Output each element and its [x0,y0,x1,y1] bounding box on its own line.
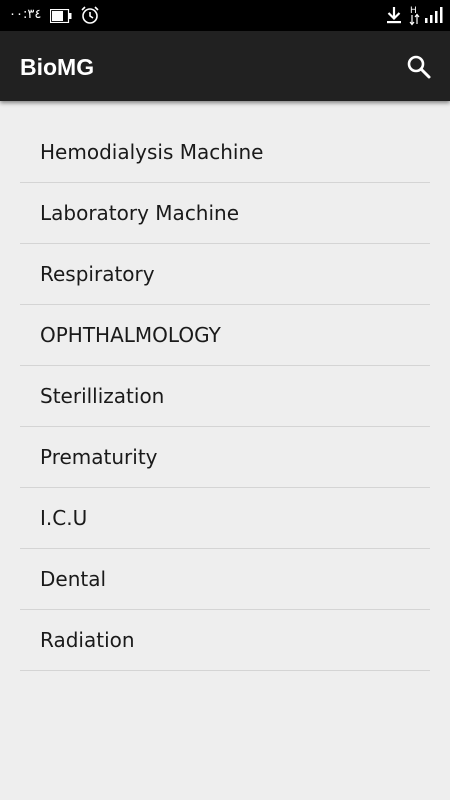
list-item-label: Dental [40,567,107,591]
app-bar: BioMG [0,31,450,101]
list-item-label: Prematurity [40,445,158,469]
category-list: Hemodialysis Machine Laboratory Machine … [20,122,430,671]
search-button[interactable] [400,48,438,86]
list-item-sterillization[interactable]: Sterillization [20,366,430,427]
list-item-label: I.C.U [40,506,88,530]
list-item-label: Respiratory [40,262,155,286]
list-item-hemodialysis-machine[interactable]: Hemodialysis Machine [20,122,430,183]
status-bar: ٠٠:٣٤ H [0,0,450,31]
signal-icon [424,6,446,24]
list-item-label: OPHTHALMOLOGY [40,323,221,347]
list-item-ophthalmology[interactable]: OPHTHALMOLOGY [20,305,430,366]
app-title: BioMG [20,54,95,80]
list-item-laboratory-machine[interactable]: Laboratory Machine [20,183,430,244]
status-time: ٠٠:٣٤ [9,7,42,22]
download-icon [385,5,403,25]
list-item-label: Laboratory Machine [40,201,240,225]
list-item-label: Sterillization [40,384,165,408]
list-item-prematurity[interactable]: Prematurity [20,427,430,488]
list-item-radiation[interactable]: Radiation [20,610,430,671]
list-item-dental[interactable]: Dental [20,549,430,610]
network-type-label: H [410,6,417,16]
list-item-icu[interactable]: I.C.U [20,488,430,549]
search-icon [407,55,431,79]
battery-icon [49,8,72,24]
list-item-label: Hemodialysis Machine [40,140,264,164]
list-item-label: Radiation [40,628,135,652]
network-type-icon: H [407,4,423,26]
alarm-icon [80,5,100,25]
list-item-respiratory[interactable]: Respiratory [20,244,430,305]
